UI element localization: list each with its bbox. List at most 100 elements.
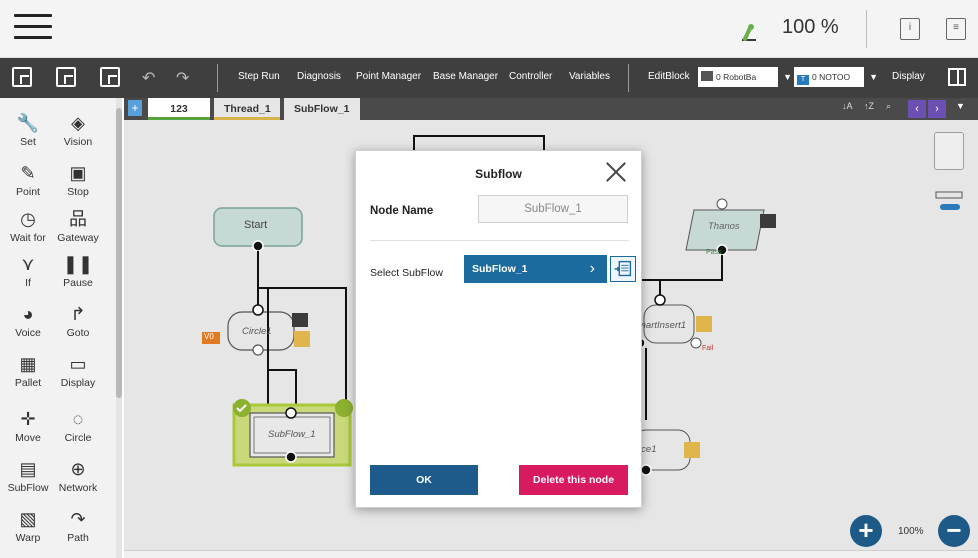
- topbar-divider: [866, 10, 867, 48]
- display-button[interactable]: Display: [892, 71, 925, 82]
- palette-item-label: Gateway: [57, 232, 99, 244]
- tab-dropdown-icon[interactable]: ▼: [956, 101, 965, 111]
- subflow-input-port[interactable]: [285, 407, 297, 419]
- palette-item-if[interactable]: ⋎ If: [4, 253, 52, 289]
- log-icon[interactable]: ≡: [946, 18, 966, 40]
- new-project-icon[interactable]: [12, 67, 32, 87]
- speed-percentage[interactable]: 100 %: [782, 16, 839, 39]
- sort-za-icon[interactable]: ↑Z: [864, 101, 874, 111]
- wrench-icon: 🔧: [16, 113, 40, 133]
- base-manager-button[interactable]: Base Manager: [433, 71, 498, 82]
- palette-item-move[interactable]: ✛ Move: [4, 408, 52, 444]
- palette-item-wait-for[interactable]: ◷ Wait for: [4, 208, 52, 244]
- io-toggle-icon[interactable]: [934, 190, 964, 212]
- controller-button[interactable]: Controller: [509, 71, 552, 82]
- palette-item-label: Move: [15, 432, 41, 444]
- warp-icon: ▧: [19, 509, 37, 529]
- warning-icon: [696, 316, 712, 332]
- node-name-input[interactable]: SubFlow_1: [478, 195, 628, 223]
- palette-item-subflow[interactable]: ▤ SubFlow: [4, 458, 52, 494]
- point-manager-button[interactable]: Point Manager: [356, 71, 421, 82]
- pass-label: Pass: [706, 249, 722, 256]
- step-run-button[interactable]: Step Run: [238, 71, 280, 82]
- select-subflow-label: Select SubFlow: [370, 267, 443, 279]
- palette-item-stop[interactable]: ▣ Stop: [54, 162, 102, 198]
- smart-insert-input-port[interactable]: [654, 294, 666, 306]
- stop-icon: ▣: [69, 163, 87, 183]
- info-icon[interactable]: i: [900, 18, 920, 40]
- force-output-port[interactable]: [640, 464, 652, 476]
- zoom-in-button[interactable]: +: [850, 515, 882, 547]
- base-select-value: 0 RobotBa: [716, 72, 757, 82]
- palette-item-label: Stop: [67, 186, 89, 198]
- open-project-icon[interactable]: [100, 67, 120, 87]
- move-icon: ✛: [20, 409, 36, 429]
- palette-item-path[interactable]: ↷ Path: [54, 508, 102, 544]
- tool-icon: T: [797, 75, 809, 85]
- path-icon: ↷: [70, 509, 86, 529]
- sort-az-icon[interactable]: ↓A: [842, 101, 853, 111]
- tab-prev-button[interactable]: ‹: [908, 100, 926, 118]
- undo-icon[interactable]: ↶: [142, 68, 155, 88]
- panel-toggle-icon[interactable]: [948, 68, 966, 86]
- palette-scrollbar[interactable]: [116, 98, 122, 558]
- zoom-out-button[interactable]: −: [938, 515, 970, 547]
- palette-item-point[interactable]: ✎ Point: [4, 162, 52, 198]
- palette-item-circle[interactable]: ◌ Circle: [54, 408, 102, 444]
- base-select[interactable]: 0 RobotBa ▼: [698, 67, 792, 87]
- top-status-bar: 100 % i ≡: [0, 0, 978, 58]
- add-tab-button[interactable]: +: [128, 100, 142, 116]
- circle-output-port[interactable]: [252, 344, 264, 356]
- subflow-output-port[interactable]: [285, 451, 297, 463]
- close-node-icon[interactable]: [335, 399, 353, 417]
- dialog-divider: [370, 240, 629, 241]
- palette-item-label: Goto: [66, 327, 90, 339]
- variables-button[interactable]: Variables: [569, 71, 610, 82]
- circle-input-port[interactable]: [252, 304, 264, 316]
- diagnosis-button[interactable]: Diagnosis: [297, 71, 341, 82]
- palette-item-display[interactable]: ▭ Display: [54, 353, 102, 389]
- tab-next-button[interactable]: ›: [928, 100, 946, 118]
- edit-block-button[interactable]: EditBlock: [648, 71, 690, 82]
- palette-item-vision[interactable]: ◈ Vision: [54, 112, 102, 148]
- gateway-icon: 品: [69, 209, 87, 229]
- layout-toggle-icon[interactable]: [934, 132, 964, 170]
- subflow-node-label: SubFlow_1: [268, 429, 316, 440]
- start-output-port[interactable]: [252, 240, 264, 252]
- palette-item-label: Voice: [15, 327, 41, 339]
- palette-item-network[interactable]: ⊕ Network: [54, 458, 102, 494]
- hamburger-menu-icon[interactable]: [14, 14, 52, 44]
- palette-item-label: Pallet: [14, 377, 42, 389]
- tab-thread-1[interactable]: Thread_1: [214, 98, 280, 120]
- voice-icon: ◕: [22, 304, 34, 324]
- flow-tab-bar: + 123 Thread_1 SubFlow_1 ↓A ↑Z ⌕ ‹ › ▼: [124, 98, 978, 120]
- palette-item-warp[interactable]: ▧ Warp: [4, 508, 52, 544]
- close-icon[interactable]: [605, 161, 627, 183]
- palette-item-voice[interactable]: ◕ Voice: [4, 303, 52, 339]
- palette-item-gateway[interactable]: 品 Gateway: [54, 208, 102, 244]
- redo-icon[interactable]: ↷: [176, 68, 189, 88]
- open-subflow-icon[interactable]: [610, 256, 636, 282]
- palette-item-label: Circle: [64, 432, 92, 444]
- subflow-dialog: Subflow Node Name SubFlow_1 Select SubFl…: [355, 150, 642, 508]
- delete-node-button[interactable]: Delete this node: [519, 465, 628, 495]
- palette-item-pallet[interactable]: ▦ Pallet: [4, 353, 52, 389]
- canvas-horizontal-scrollbar[interactable]: [124, 550, 978, 558]
- palette-item-pause[interactable]: ❚❚ Pause: [54, 253, 102, 289]
- ok-button[interactable]: OK: [370, 465, 478, 495]
- base-icon: [701, 71, 713, 81]
- fail-port[interactable]: [690, 337, 702, 349]
- tab-123[interactable]: 123: [148, 98, 210, 120]
- palette-item-label: Set: [20, 136, 36, 148]
- select-subflow-button[interactable]: SubFlow_1 ›: [464, 255, 607, 283]
- palette-scroll-thumb[interactable]: [116, 108, 122, 398]
- tab-subflow-1[interactable]: SubFlow_1: [284, 98, 360, 120]
- search-tab-icon[interactable]: ⌕: [886, 101, 891, 112]
- thanos-input-port[interactable]: [716, 198, 728, 210]
- palette-item-goto[interactable]: ↱ Goto: [54, 303, 102, 339]
- save-project-icon[interactable]: [56, 67, 76, 87]
- palette-item-set[interactable]: 🔧 Set: [4, 112, 52, 148]
- display-icon: ▭: [69, 354, 87, 374]
- palette-item-label: Path: [67, 532, 89, 544]
- tool-select[interactable]: T0 NOTOO ▼: [794, 67, 878, 87]
